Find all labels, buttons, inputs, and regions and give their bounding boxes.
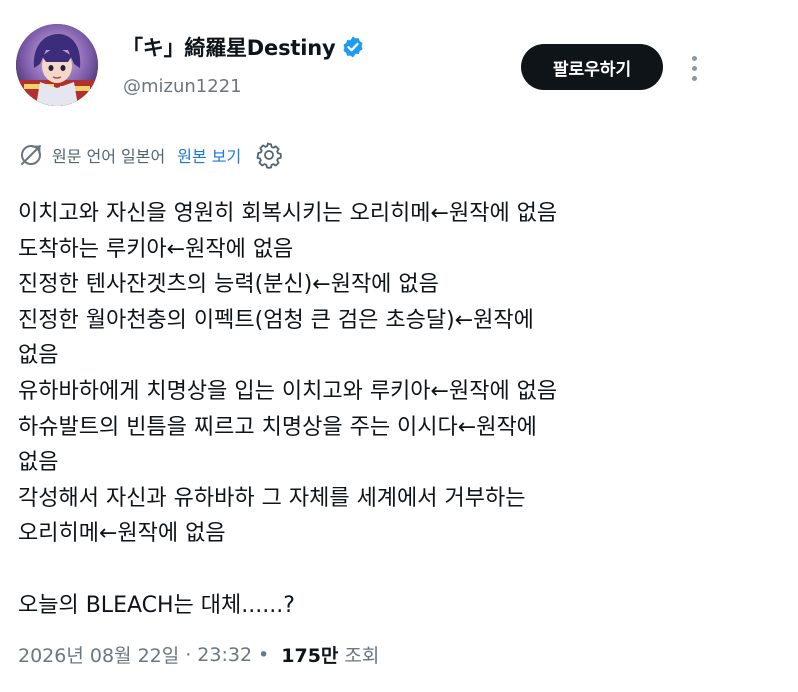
tweet-line: 하슈발트의 빈틈을 찌르고 치명상을 주는 이시다←원작에 [18, 414, 537, 440]
tweet-line: 이치고와 자신을 영원히 회복시키는 오리히메←원작에 없음 [18, 201, 558, 226]
tweet-line: 오늘의 BLEACH는 대체......? [18, 592, 295, 618]
translation-source-label: 원문 언어 일본어 [52, 147, 166, 166]
gear-icon[interactable] [255, 141, 283, 169]
tweet-line: 오리히메←원작에 없음 [18, 521, 226, 547]
tweet-line: 도착하는 루키아←원작에 없음 [18, 236, 294, 262]
follow-button[interactable]: 팔로우하기 [521, 44, 663, 90]
avatar[interactable] [16, 24, 98, 106]
tweet-line: 각성해서 자신과 유하바하 그 자체를 세계에서 거부하는 [18, 485, 526, 511]
meta-bullet: • [258, 643, 270, 666]
tweet-line: 진정한 월아천충의 이펙트(엄청 큰 검은 초승달)←원작에 [18, 307, 534, 333]
more-dot [691, 65, 697, 71]
tweet-meta: 2026년 08월 22일 · 23:32 • 175만 조회 [18, 641, 379, 668]
view-count-label: 조회 [344, 645, 380, 667]
author-name-row: 「キ」綺羅星Destiny [122, 32, 365, 62]
tweet-header: 「キ」綺羅星Destiny @mizun1221 팔로우하기 [16, 22, 782, 112]
tweet-line: 유하바하에게 치명상을 입는 이치고와 루키아←원작에 없음 [18, 378, 558, 404]
more-dot [691, 75, 697, 81]
tweet-line: 없음 [18, 450, 59, 476]
display-name[interactable]: 「キ」綺羅星Destiny [122, 32, 336, 62]
tweet-text: 이치고와 자신을 영원히 회복시키는 오리히메←원작에 없음 도착하는 루키아←… [18, 196, 788, 623]
more-dot [691, 55, 697, 61]
tweet-line: 없음 [18, 343, 59, 369]
tweet-line: 진정한 텐사잔겟츠의 능력(분신)←원작에 없음 [18, 272, 439, 298]
avatar-image [16, 24, 98, 106]
user-handle[interactable]: @mizun1221 [123, 76, 242, 97]
tweet-time[interactable]: 23:32 [197, 644, 252, 666]
view-count[interactable]: 175만 [281, 641, 338, 668]
more-options-icon[interactable] [684, 48, 704, 88]
show-original-link[interactable]: 원본 보기 [177, 143, 241, 167]
translate-icon [21, 145, 41, 165]
verified-badge-icon [343, 36, 363, 58]
translation-bar: 원문 언어 일본어 원본 보기 [18, 140, 283, 170]
meta-separator: · [185, 643, 192, 666]
tweet-date[interactable]: 2026년 08월 22일 [18, 641, 179, 668]
